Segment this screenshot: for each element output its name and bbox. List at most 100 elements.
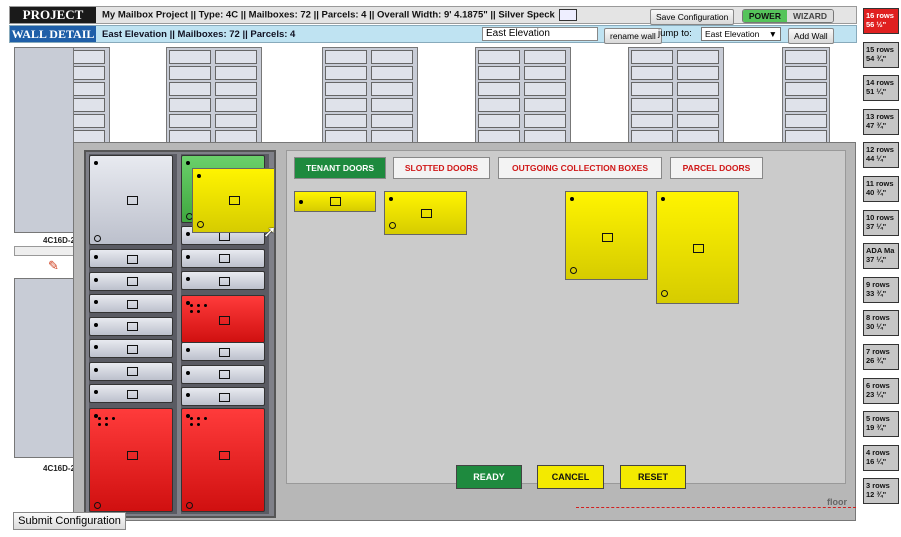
cancel-button[interactable]: CANCEL (537, 465, 604, 489)
background-door (631, 82, 673, 96)
cursor-icon: ➚ (263, 224, 277, 241)
row-height-button[interactable]: 16 rows 56 ½" (863, 8, 899, 34)
background-door (785, 50, 827, 64)
tenant-door[interactable] (89, 271, 173, 291)
background-door (677, 98, 719, 112)
power-mode[interactable]: POWER (742, 10, 787, 22)
row-height: 12 ¾" (866, 490, 887, 500)
row-height-button[interactable]: ADA Ma 37 ¼" (863, 243, 899, 270)
ready-button[interactable]: READY (456, 465, 522, 489)
palette-door-4x[interactable] (565, 191, 648, 280)
row-count: 4 rows (866, 447, 890, 457)
background-door (524, 114, 566, 128)
parcel-door[interactable] (89, 408, 173, 512)
row-height-button[interactable]: 7 rows 26 ¾" (863, 344, 899, 370)
rename-wall-button[interactable]: rename wall (604, 28, 662, 44)
palette-door-2x[interactable] (384, 191, 467, 235)
background-cabinet (14, 47, 74, 233)
tab-parcel-doors[interactable]: PARCEL DOORS (670, 157, 763, 179)
floor-label: floor (827, 497, 847, 507)
row-height-button[interactable]: 14 rows 51 ¼" (863, 75, 899, 102)
mode-toggle[interactable]: POWER WIZARD (741, 9, 834, 23)
tab-slotted-doors[interactable]: SLOTTED DOORS (393, 157, 490, 179)
palette-door-1x[interactable] (294, 191, 376, 212)
row-height-button[interactable]: 15 rows 54 ¾" (863, 41, 899, 68)
tenant-door[interactable] (89, 361, 173, 381)
row-count: 9 rows (866, 279, 890, 289)
row-height-button[interactable]: 4 rows 16 ¼" (863, 444, 899, 471)
chevron-down-icon: ▼ (768, 29, 777, 39)
row-count: 8 rows (866, 313, 890, 323)
row-height-button[interactable]: 11 rows 40 ¾" (863, 176, 899, 202)
row-count: 3 rows (866, 481, 890, 491)
wall-detail-label: WALL DETAIL (10, 26, 96, 42)
palette-door-5x[interactable] (656, 191, 739, 304)
row-height-button[interactable]: 9 rows 33 ¾" (863, 276, 899, 303)
background-door (371, 66, 413, 80)
background-door (478, 98, 520, 112)
background-door (785, 114, 827, 128)
tenant-door[interactable] (181, 248, 265, 268)
pencil-icon[interactable]: ✎ (48, 258, 59, 274)
outgoing-collection-box[interactable] (181, 295, 265, 343)
finish-swatch[interactable] (558, 9, 577, 21)
jump-select[interactable]: East Elevation ▼ (701, 27, 781, 41)
project-info-text: My Mailbox Project || Type: 4C || Mailbo… (102, 9, 555, 21)
background-door (215, 82, 257, 96)
background-door (631, 50, 673, 64)
background-door (169, 98, 211, 112)
background-door (325, 50, 367, 64)
background-door (478, 66, 520, 80)
background-door (631, 66, 673, 80)
tenant-door[interactable] (89, 249, 173, 268)
row-height-button[interactable]: 12 rows 44 ¼" (863, 142, 899, 169)
tenant-door[interactable] (89, 339, 173, 358)
row-height-button[interactable]: 10 rows 37 ¼" (863, 209, 899, 236)
tenant-door[interactable] (89, 294, 173, 313)
tenant-door[interactable] (89, 384, 173, 403)
row-height-button[interactable]: 5 rows 19 ¾" (863, 411, 899, 438)
background-cabinet (14, 278, 74, 458)
wall-name-input[interactable]: East Elevation (482, 27, 598, 41)
background-door (631, 114, 673, 128)
row-height: 40 ¾" (866, 188, 887, 197)
add-wall-button[interactable]: Add Wall (788, 28, 834, 44)
background-door (371, 82, 413, 96)
parcel-door[interactable] (181, 408, 265, 512)
background-door (478, 50, 520, 64)
row-height: 33 ¾" (866, 288, 887, 298)
tenant-door[interactable] (181, 364, 265, 384)
row-height-button[interactable]: 13 rows 47 ¾" (863, 108, 899, 135)
reset-button[interactable]: RESET (620, 465, 686, 489)
tenant-door[interactable] (181, 387, 265, 406)
background-door (371, 114, 413, 128)
row-count: 11 rows (866, 179, 894, 188)
row-height: 44 ¼" (866, 154, 887, 164)
row-height: 26 ¾" (866, 356, 887, 365)
tab-outgoing-collection-boxes[interactable]: OUTGOING COLLECTION BOXES (498, 157, 662, 179)
row-height: 16 ¼" (866, 456, 887, 466)
background-door (371, 98, 413, 112)
row-height: 56 ½" (866, 20, 887, 29)
row-height-button[interactable]: 3 rows 12 ¾" (863, 478, 899, 505)
tenant-door[interactable] (181, 271, 265, 290)
row-height-button[interactable]: 8 rows 30 ¼" (863, 310, 899, 337)
row-height: 51 ¼" (866, 87, 887, 97)
tab-tenant-doors[interactable]: TENANT DOORS (294, 157, 386, 179)
project-info: My Mailbox Project || Type: 4C || Mailbo… (102, 9, 577, 21)
background-door (524, 82, 566, 96)
submit-configuration-button[interactable]: Submit Configuration (13, 512, 126, 530)
horizontal-scrollbar[interactable] (14, 246, 74, 256)
row-count: 7 rows (866, 347, 890, 356)
background-door (524, 98, 566, 112)
tenant-door-large[interactable] (89, 155, 173, 245)
wizard-mode[interactable]: WIZARD (787, 10, 833, 22)
row-height: 37 ¼" (866, 255, 887, 265)
tenant-door[interactable] (181, 342, 265, 361)
background-door (677, 50, 719, 64)
row-height-button[interactable]: 6 rows 23 ¼" (863, 377, 899, 404)
tenant-door[interactable] (89, 316, 173, 336)
background-door (631, 98, 673, 112)
save-configuration-button[interactable]: Save Configuration (650, 9, 735, 25)
row-height: 23 ¼" (866, 389, 887, 399)
